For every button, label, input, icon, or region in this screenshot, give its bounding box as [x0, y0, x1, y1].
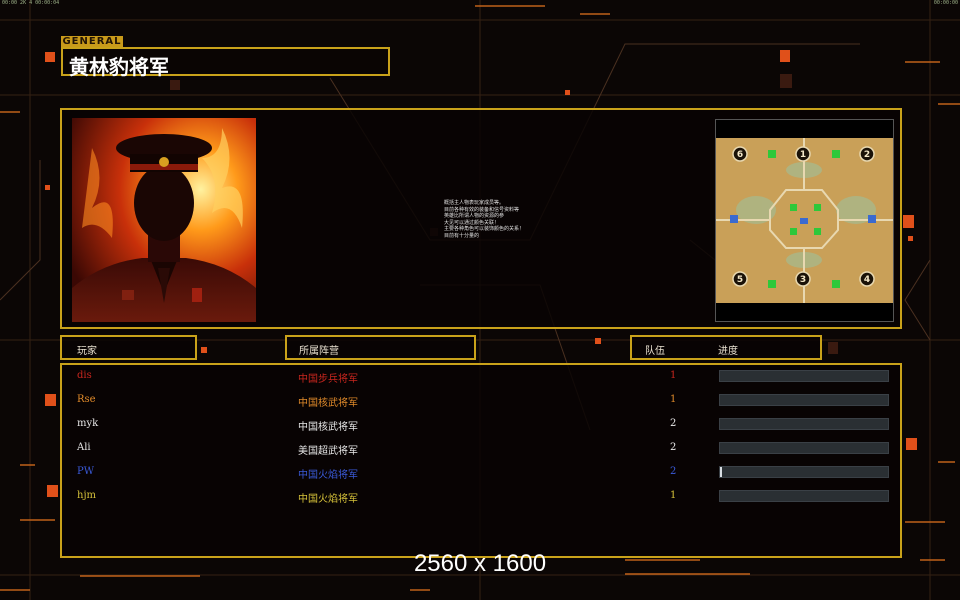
player-name: Rse: [77, 394, 96, 405]
map-slot-label: 2: [864, 150, 870, 160]
player-faction: 中国火焰将军: [298, 494, 358, 505]
map-slot-label: 5: [737, 275, 743, 285]
player-name: Ali: [77, 442, 91, 453]
header-player: 玩家: [60, 335, 197, 360]
map-slot-label: 6: [737, 150, 743, 160]
general-title-box: 黄林豹将军: [61, 47, 390, 79]
player-team: 2: [670, 466, 677, 477]
player-row: PW 中国火焰将军 2: [62, 463, 904, 483]
header-progress-label: 进度: [718, 346, 738, 357]
progress-fill: [720, 467, 722, 477]
player-name: dis: [77, 370, 92, 381]
header-player-label: 玩家: [77, 346, 97, 357]
map-slot-label: 3: [800, 275, 806, 285]
players-list: dis 中国步兵将军 1 Rse 中国核武将军 1 myk 中国核武将军 2 A…: [60, 363, 902, 558]
status-readout-right: 00:00:00: [933, 0, 958, 6]
header-faction-label: 所属阵营: [299, 346, 339, 357]
player-row: Ali 美国超武将军 2: [62, 439, 904, 459]
player-row: dis 中国步兵将军 1: [62, 367, 904, 387]
header-faction: 所属阵营: [285, 335, 476, 360]
loading-progress-bar: [719, 394, 889, 406]
player-row: myk 中国核武将军 2: [62, 415, 904, 435]
player-name: myk: [77, 418, 99, 429]
general-portrait: [72, 118, 256, 322]
loading-progress-bar: [719, 442, 889, 454]
general-tag: GENERAL: [61, 36, 123, 47]
player-faction: 中国核武将军: [298, 398, 358, 409]
player-row: Rse 中国核武将军 1: [62, 391, 904, 411]
loading-progress-bar: [719, 418, 889, 430]
loading-progress-bar: [719, 466, 889, 478]
header-team-progress: 队伍 进度: [630, 335, 822, 360]
player-faction: 中国核武将军: [298, 422, 358, 433]
player-team: 2: [670, 442, 677, 453]
map-preview: 6 1 2 5 3 4: [715, 119, 894, 322]
loading-progress-bar: [719, 490, 889, 502]
map-slot-label: 1: [800, 150, 806, 160]
map-slot-label: 4: [864, 275, 870, 285]
header-team-label: 队伍: [645, 346, 665, 357]
mission-briefing: 概括主人物表玩家成员等。 目前各种有效的装备和信号资料等 英雄比所谓人物的资源的…: [444, 200, 554, 239]
briefing-line: 目前有十分量的: [444, 232, 480, 239]
player-team: 1: [670, 394, 677, 405]
player-faction: 中国步兵将军: [298, 374, 358, 385]
general-name: 黄林豹将军: [69, 55, 169, 79]
player-row: hjm 中国火焰将军 1: [62, 487, 904, 507]
status-readout-left: 00:00 2K 4 00:00:04: [2, 0, 60, 6]
player-team: 2: [670, 418, 677, 429]
player-name: PW: [77, 466, 95, 477]
player-faction: 美国超武将军: [298, 446, 358, 457]
player-team: 1: [670, 490, 677, 501]
resolution-label: 2560 x 1600: [413, 550, 547, 577]
loading-progress-bar: [719, 370, 889, 382]
player-name: hjm: [77, 490, 97, 501]
player-team: 1: [670, 370, 677, 381]
player-faction: 中国火焰将军: [298, 470, 358, 481]
